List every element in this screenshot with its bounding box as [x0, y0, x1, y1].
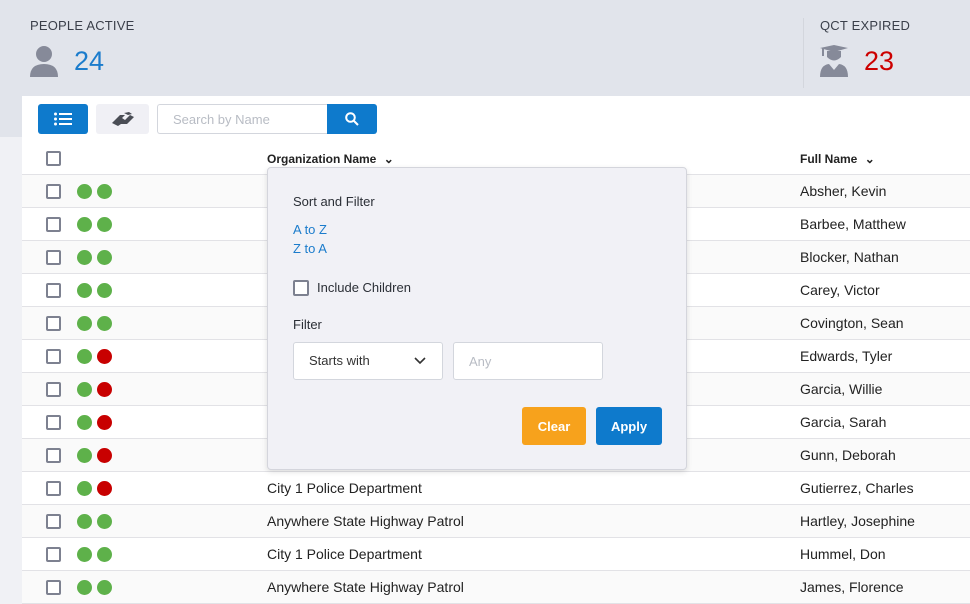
- row-checkbox[interactable]: [46, 316, 61, 331]
- search-icon: [345, 112, 359, 126]
- full-name: Hartley, Josephine: [800, 513, 915, 529]
- status-dot-green: [77, 316, 92, 331]
- full-name: Gunn, Deborah: [800, 447, 896, 463]
- graduate-icon: [820, 45, 848, 77]
- column-organization-name[interactable]: Organization Name ⌄: [267, 152, 394, 166]
- list-icon: [54, 112, 72, 126]
- stat-label: PEOPLE ACTIVE: [30, 18, 135, 33]
- handshake-icon: [111, 112, 134, 126]
- row-checkbox[interactable]: [46, 547, 61, 562]
- row-checkbox[interactable]: [46, 349, 61, 364]
- include-children-checkbox[interactable]: [293, 280, 309, 296]
- status-dot-green: [97, 514, 112, 529]
- filter-mode-value: Starts with: [309, 353, 370, 368]
- stat-qct-expired: QCT EXPIRED 23: [820, 18, 910, 77]
- popover-title: Sort and Filter: [293, 194, 375, 209]
- stat-value: 23: [864, 45, 895, 76]
- row-checkbox[interactable]: [46, 217, 61, 232]
- stat-label: QCT EXPIRED: [820, 18, 911, 33]
- include-children-label: Include Children: [317, 280, 411, 295]
- link-view-button[interactable]: [96, 104, 149, 134]
- full-name: Absher, Kevin: [800, 183, 887, 199]
- status-dot-green: [77, 514, 92, 529]
- row-checkbox[interactable]: [46, 448, 61, 463]
- status-dot-red: [97, 382, 112, 397]
- status-dot-green: [97, 580, 112, 595]
- search-input[interactable]: [157, 104, 329, 134]
- sort-filter-popover: Sort and Filter A to Z Z to A Include Ch…: [267, 167, 687, 470]
- person-icon: [30, 46, 58, 77]
- organization-name: Anywhere State Highway Patrol: [267, 579, 464, 595]
- status-dot-green: [77, 580, 92, 595]
- full-name: Gutierrez, Charles: [800, 480, 914, 496]
- row-checkbox[interactable]: [46, 514, 61, 529]
- sort-a-to-z-link[interactable]: A to Z: [293, 222, 327, 237]
- row-checkbox[interactable]: [46, 481, 61, 496]
- status-dot-green: [77, 382, 92, 397]
- organization-name: Anywhere State Highway Patrol: [267, 513, 464, 529]
- full-name: Garcia, Willie: [800, 381, 883, 397]
- sort-z-to-a-link[interactable]: Z to A: [293, 241, 327, 256]
- full-name: Edwards, Tyler: [800, 348, 893, 364]
- chevron-down-icon: [414, 357, 426, 365]
- status-dot-green: [97, 547, 112, 562]
- status-dot-green: [77, 217, 92, 232]
- filter-mode-select[interactable]: Starts with: [293, 342, 443, 380]
- status-dot-green: [77, 349, 92, 364]
- clear-button[interactable]: Clear: [522, 407, 586, 445]
- chevron-down-icon: ⌄: [383, 152, 394, 166]
- column-full-name[interactable]: Full Name ⌄: [800, 152, 875, 166]
- status-dot-green: [97, 283, 112, 298]
- row-checkbox[interactable]: [46, 382, 61, 397]
- divider: [803, 18, 804, 88]
- full-name: Carey, Victor: [800, 282, 880, 298]
- table-row[interactable]: City 1 Police Department Gutierrez, Char…: [22, 472, 970, 505]
- status-dot-green: [77, 184, 92, 199]
- status-dot-red: [97, 349, 112, 364]
- status-dot-green: [77, 481, 92, 496]
- status-dot-green: [77, 250, 92, 265]
- row-checkbox[interactable]: [46, 580, 61, 595]
- column-label: Full Name: [800, 152, 858, 166]
- status-dot-red: [97, 448, 112, 463]
- status-dot-red: [97, 481, 112, 496]
- status-dot-green: [77, 547, 92, 562]
- organization-name: City 1 Police Department: [267, 546, 422, 562]
- status-dot-green: [77, 283, 92, 298]
- status-dot-green: [97, 316, 112, 331]
- status-dot-green: [77, 415, 92, 430]
- list-view-button[interactable]: [38, 104, 88, 134]
- filter-label: Filter: [293, 317, 322, 332]
- table-row[interactable]: City 1 Police Department Hummel, Don: [22, 538, 970, 571]
- stat-people-active: PEOPLE ACTIVE 24: [30, 18, 134, 77]
- status-dot-red: [97, 415, 112, 430]
- stat-value: 24: [74, 45, 105, 76]
- apply-button[interactable]: Apply: [596, 407, 662, 445]
- row-checkbox[interactable]: [46, 283, 61, 298]
- status-dot-green: [97, 250, 112, 265]
- select-all-checkbox[interactable]: [46, 151, 61, 166]
- chevron-down-icon: ⌄: [864, 152, 875, 166]
- row-checkbox[interactable]: [46, 415, 61, 430]
- full-name: James, Florence: [800, 579, 904, 595]
- full-name: Garcia, Sarah: [800, 414, 887, 430]
- status-dot-green: [97, 217, 112, 232]
- table-row[interactable]: Anywhere State Highway Patrol Hartley, J…: [22, 505, 970, 538]
- status-dot-green: [97, 184, 112, 199]
- full-name: Covington, Sean: [800, 315, 904, 331]
- status-dot-green: [77, 448, 92, 463]
- table-row[interactable]: Anywhere State Highway Patrol James, Flo…: [22, 571, 970, 604]
- full-name: Barbee, Matthew: [800, 216, 906, 232]
- organization-name: City 1 Police Department: [267, 480, 422, 496]
- row-checkbox[interactable]: [46, 184, 61, 199]
- column-label: Organization Name: [267, 152, 377, 166]
- filter-value-input[interactable]: [453, 342, 603, 380]
- full-name: Blocker, Nathan: [800, 249, 899, 265]
- row-checkbox[interactable]: [46, 250, 61, 265]
- search-button[interactable]: [327, 104, 377, 134]
- full-name: Hummel, Don: [800, 546, 886, 562]
